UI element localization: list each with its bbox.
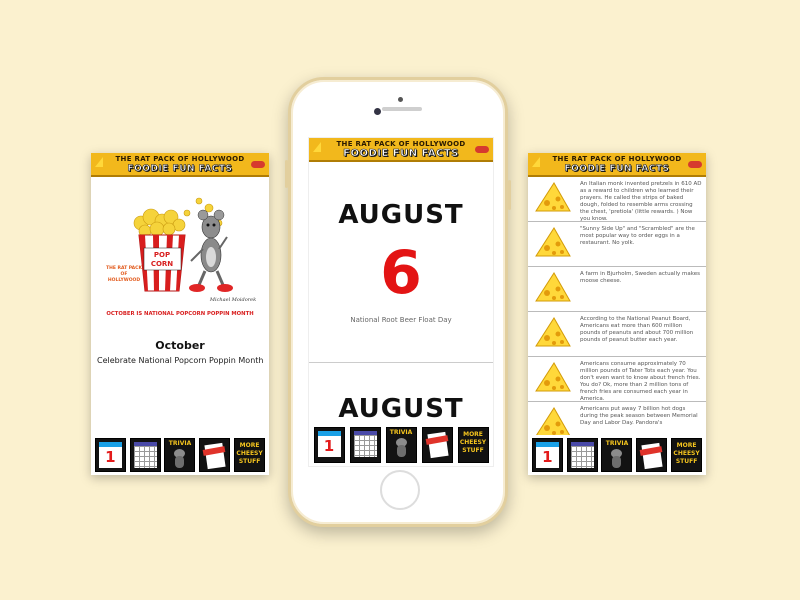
rat-pack-logo-text: THE RAT PACK	[106, 265, 142, 271]
month-title: October	[155, 339, 205, 352]
right-app-screen: THE RAT PACK OF HOLLYWOOD FOODIE FUN FAC…	[528, 153, 706, 475]
app-header: THE RAT PACK OF HOLLYWOOD FOODIE FUN FAC…	[528, 153, 706, 177]
bottom-nav: 1 TRIVIA MORE CHEESY STUFF	[528, 435, 706, 475]
day-month-label: AUGUST	[338, 200, 464, 230]
fact-list-item[interactable]: A farm in Bjurholm, Sweden actually make…	[528, 267, 706, 312]
trivia-label: TRIVIA	[168, 440, 192, 447]
brand-badge-icon	[251, 161, 265, 168]
cheese-icon	[535, 272, 571, 302]
nav-calendar-day-button[interactable]: 1	[94, 438, 126, 472]
app-header: THE RAT PACK OF HOLLYWOOD FOODIE FUN FAC…	[309, 138, 493, 162]
nav-more-button[interactable]: MORE CHEESY STUFF	[234, 438, 266, 472]
cheese-logo-icon	[313, 142, 321, 152]
popcorn-brand-line2: CORN	[151, 260, 173, 268]
trivia-label: TRIVIA	[389, 429, 413, 436]
speaker-grille	[382, 107, 422, 111]
nav-trivia-button[interactable]: TRIVIA	[385, 427, 417, 463]
nav-categories-button[interactable]	[421, 427, 453, 463]
fact-list-item[interactable]: An Italian monk invented pretzels in 610…	[528, 177, 706, 222]
day-event-title: National Root Beer Float Day	[350, 316, 452, 324]
promo-caption: OCTOBER IS NATIONAL POPCORN POPPIN MONTH	[106, 311, 253, 317]
front-camera-icon	[374, 108, 381, 115]
bottom-nav: 1 TRIVIA MORE CHEESY STUFF	[309, 424, 493, 466]
header-title-line2: FOODIE FUN FACTS	[127, 164, 233, 175]
next-day-month-label: AUGUST	[338, 394, 464, 424]
cheese-icon	[535, 182, 571, 212]
artist-signature: Michael Moidorek	[209, 297, 256, 303]
nav-calendar-day-button[interactable]: 1	[531, 438, 563, 472]
more-label: MORE CHEESY STUFF	[236, 442, 263, 465]
more-label: MORE CHEESY STUFF	[459, 431, 487, 454]
nav-calendar-day-button[interactable]: 1	[313, 427, 345, 463]
header-title-line1: THE RAT PACK OF HOLLYWOOD	[336, 140, 466, 148]
svg-text:OF: OF	[121, 271, 128, 277]
center-app-screen: THE RAT PACK OF HOLLYWOOD FOODIE FUN FAC…	[308, 137, 494, 467]
nav-more-button[interactable]: MORE CHEESY STUFF	[671, 438, 703, 472]
header-title-line2: FOODIE FUN FACTS	[564, 164, 670, 175]
trivia-label: TRIVIA	[605, 440, 629, 447]
cheese-logo-icon	[95, 157, 103, 167]
calendar-day-number: 1	[542, 448, 553, 466]
popcorn-promo-illustration: POP CORN THE RAT PACK OF HOLLYWOOD Micha…	[106, 197, 256, 317]
month-description: Celebrate National Popcorn Poppin Month	[97, 356, 264, 365]
fact-list-item[interactable]: Americans consume approximately 70 milli…	[528, 357, 706, 402]
left-app-screen: THE RAT PACK OF HOLLYWOOD FOODIE FUN FAC…	[91, 153, 269, 475]
fact-text: "Sunny Side Up" and "Scrambled" are the …	[580, 226, 695, 246]
nav-trivia-button[interactable]: TRIVIA	[164, 438, 196, 472]
facts-list: An Italian monk invented pretzels in 610…	[528, 177, 706, 447]
nav-more-button[interactable]: MORE CHEESY STUFF	[457, 427, 489, 463]
phone-sensor-icon	[398, 97, 403, 102]
phone-device-frame: THE RAT PACK OF HOLLYWOOD FOODIE FUN FAC…	[285, 77, 511, 527]
divider	[309, 362, 493, 363]
fact-list-item[interactable]: According to the National Peanut Board, …	[528, 312, 706, 357]
brand-badge-icon	[688, 161, 702, 168]
nav-month-button[interactable]	[349, 427, 381, 463]
bottom-nav: 1 TRIVIA MORE CHEESY STUFF	[91, 435, 269, 475]
header-title-line2: FOODIE FUN FACTS	[343, 148, 459, 160]
header-title-line1: THE RAT PACK OF HOLLYWOOD	[552, 155, 682, 163]
brand-badge-icon	[475, 146, 489, 153]
cheese-logo-icon	[532, 157, 540, 167]
cheese-icon	[535, 317, 571, 347]
nav-month-button[interactable]	[129, 438, 161, 472]
cheese-icon	[535, 227, 571, 257]
day-number: 6	[380, 238, 422, 308]
nav-month-button[interactable]	[566, 438, 598, 472]
app-header: THE RAT PACK OF HOLLYWOOD FOODIE FUN FAC…	[91, 153, 269, 177]
svg-text:HOLLYWOOD: HOLLYWOOD	[108, 277, 140, 283]
fact-list-item[interactable]: "Sunny Side Up" and "Scrambled" are the …	[528, 222, 706, 267]
fact-text: Americans put away 7 billion hot dogs du…	[580, 406, 698, 426]
nav-categories-button[interactable]	[636, 438, 668, 472]
popcorn-brand-line1: POP	[154, 251, 170, 259]
calendar-day-number: 1	[105, 448, 116, 466]
nav-trivia-button[interactable]: TRIVIA	[601, 438, 633, 472]
header-title-line1: THE RAT PACK OF HOLLYWOOD	[115, 155, 245, 163]
fact-text: An Italian monk invented pretzels in 610…	[580, 181, 702, 222]
more-label: MORE CHEESY STUFF	[673, 442, 700, 465]
home-button[interactable]	[380, 470, 420, 510]
cheese-icon	[535, 362, 571, 392]
calendar-day-number: 1	[323, 437, 335, 455]
fact-text: A farm in Bjurholm, Sweden actually make…	[580, 271, 700, 284]
fact-text: Americans consume approximately 70 milli…	[580, 361, 701, 402]
fact-text: According to the National Peanut Board, …	[580, 316, 694, 343]
nav-categories-button[interactable]	[199, 438, 231, 472]
